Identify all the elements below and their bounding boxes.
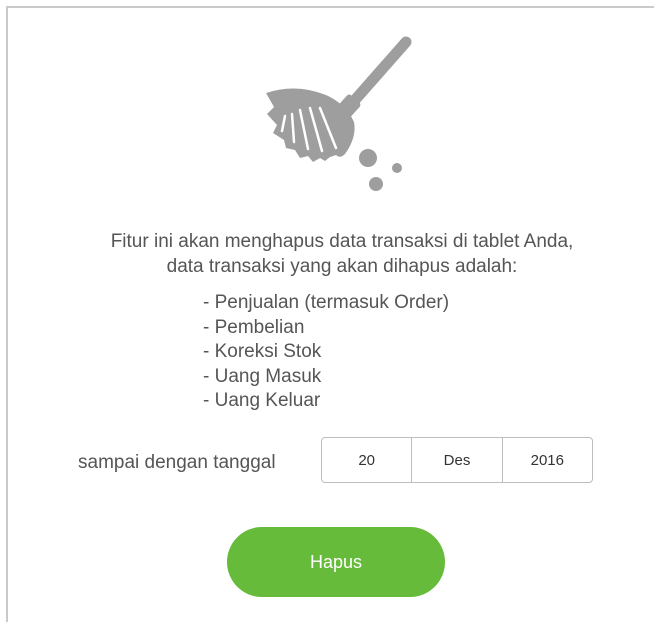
month-picker[interactable]: Des (411, 438, 501, 482)
list-item: - Pembelian (203, 316, 305, 338)
transaction-type-list: - Penjualan (termasuk Order) - Pembelian… (203, 291, 449, 414)
description-line-1: Fitur ini akan menghapus data transaksi … (110, 231, 574, 252)
year-picker[interactable]: 2016 (501, 438, 592, 482)
date-picker: 20 Des 2016 (321, 437, 593, 483)
dialog-border-left (6, 6, 8, 622)
broom-icon (266, 36, 412, 191)
list-item: - Uang Keluar (203, 390, 321, 411)
date-label: sampai dengan tanggal (78, 452, 276, 473)
list-item: - Koreksi Stok (203, 341, 322, 362)
list-item: - Uang Masuk (203, 365, 322, 387)
hapus-button[interactable]: Hapus (227, 527, 445, 597)
description-line-2: data transaksi yang akan dihapus adalah: (166, 256, 518, 277)
list-item: - Penjualan (termasuk Order) (203, 292, 450, 313)
description: Fitur ini akan menghapus data transaksi … (8, 229, 654, 279)
dialog-border-top (6, 6, 654, 8)
day-picker[interactable]: 20 (322, 438, 411, 482)
